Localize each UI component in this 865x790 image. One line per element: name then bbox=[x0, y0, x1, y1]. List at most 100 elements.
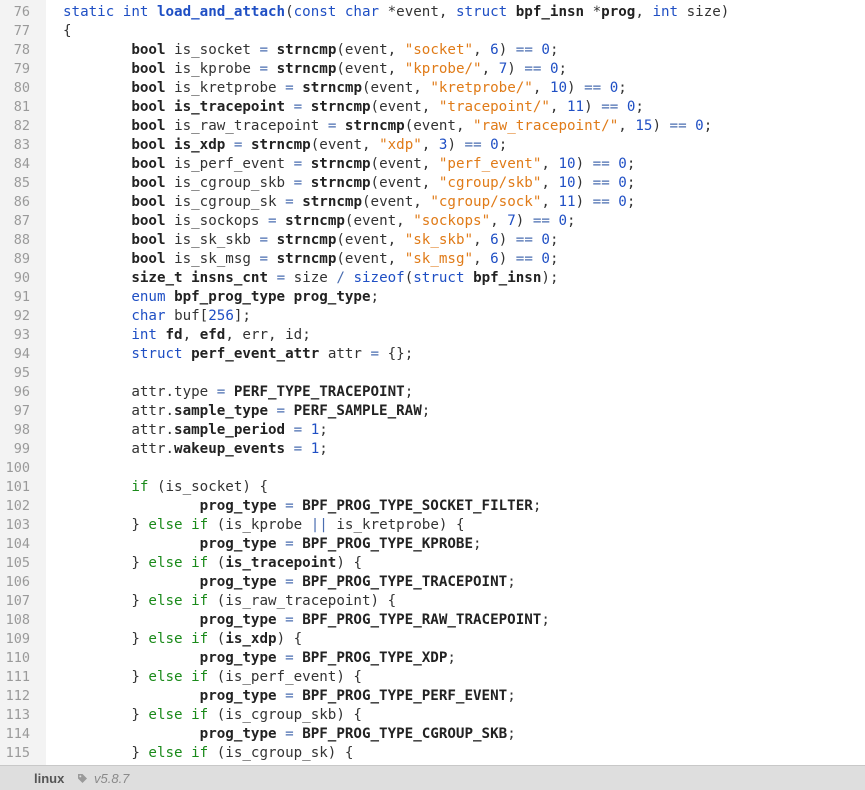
code-token: struct bbox=[131, 346, 192, 362]
line-number: 103 bbox=[5, 517, 30, 533]
line-number: 87 bbox=[13, 213, 30, 229]
line-number: 97 bbox=[13, 403, 30, 419]
code-text: bool is_raw_tracepoint = strncmp(event, … bbox=[63, 117, 712, 136]
code-token: strncmp bbox=[310, 156, 371, 172]
code-token: "tracepoint/" bbox=[438, 99, 550, 115]
code-token: / bbox=[336, 270, 354, 286]
code-token: 0 bbox=[549, 61, 559, 77]
code-token: = bbox=[285, 612, 303, 628]
code-token: (event, bbox=[310, 137, 380, 153]
code-token: ; bbox=[541, 612, 550, 628]
code-token: 0 bbox=[618, 194, 627, 210]
code-token: 10 bbox=[558, 156, 576, 172]
code-token: = bbox=[285, 194, 303, 210]
code-text: char buf[256]; bbox=[63, 307, 251, 326]
code-line: 86 bool is_cgroup_sk = strncmp(event, "c… bbox=[0, 193, 865, 212]
code-token: ; bbox=[319, 441, 328, 457]
code-text: attr.wakeup_events = 1; bbox=[63, 440, 328, 459]
code-text: } else if (is_tracepoint) { bbox=[63, 554, 362, 573]
code-token: = bbox=[285, 726, 303, 742]
code-token: ) bbox=[575, 194, 593, 210]
code-text: bool is_sockops = strncmp(event, "sockop… bbox=[63, 212, 575, 231]
code-text: attr.sample_period = 1; bbox=[63, 421, 328, 440]
code-token: (event, bbox=[370, 99, 439, 115]
code-token: is_sk_skb bbox=[174, 232, 260, 248]
repo-name[interactable]: linux bbox=[34, 771, 64, 786]
version-tag[interactable]: v5.8.7 bbox=[94, 771, 129, 786]
code-token: ; bbox=[498, 137, 508, 153]
code-token: ) bbox=[498, 232, 516, 248]
code-token: } bbox=[63, 593, 149, 609]
code-token: = bbox=[293, 99, 311, 115]
code-line: 98 attr.sample_period = 1; bbox=[0, 421, 865, 440]
code-token: (is_socket) { bbox=[156, 479, 269, 495]
code-token: 11 bbox=[567, 99, 585, 115]
code-token: is_socket bbox=[174, 42, 260, 58]
code-token: 10 bbox=[549, 80, 568, 96]
code-token: || bbox=[310, 517, 337, 533]
code-token: ); bbox=[541, 270, 559, 286]
code-token: ; bbox=[635, 99, 644, 115]
code-token: ; bbox=[618, 80, 627, 96]
line-number: 85 bbox=[13, 175, 30, 191]
code-token: ; bbox=[507, 574, 516, 590]
code-text: bool is_kprobe = strncmp(event, "kprobe/… bbox=[63, 60, 567, 79]
code-token: else if bbox=[148, 669, 217, 685]
code-token: is_cgroup_skb bbox=[174, 175, 294, 191]
code-token: = bbox=[285, 650, 303, 666]
code-text: if (is_socket) { bbox=[63, 478, 268, 497]
line-number: 98 bbox=[13, 422, 30, 438]
code-text: } else if (is_cgroup_skb) { bbox=[63, 706, 362, 725]
line-number: 89 bbox=[13, 251, 30, 267]
code-token: = bbox=[285, 498, 303, 514]
code-token: "sk_msg" bbox=[404, 251, 474, 267]
line-number: 81 bbox=[13, 99, 30, 115]
code-line: 83 bool is_xdp = strncmp(event, "xdp", 3… bbox=[0, 136, 865, 155]
line-number: 100 bbox=[5, 460, 30, 476]
code-token: fd bbox=[165, 327, 183, 343]
line-number: 94 bbox=[13, 346, 30, 362]
code-text: bool is_xdp = strncmp(event, "xdp", 3) =… bbox=[63, 136, 507, 155]
code-token: } bbox=[63, 555, 149, 571]
code-token: * bbox=[592, 4, 602, 20]
code-text: int fd, efd, err, id; bbox=[63, 326, 310, 345]
code-token: ; bbox=[319, 422, 328, 438]
code-token: bpf_insn bbox=[473, 270, 542, 286]
code-token: "cgroup/skb" bbox=[438, 175, 542, 191]
code-token: BPF_PROG_TYPE_KPROBE bbox=[302, 536, 474, 552]
code-text: prog_type = BPF_PROG_TYPE_KPROBE; bbox=[63, 535, 482, 554]
code-line: 107 } else if (is_raw_tracepoint) { bbox=[0, 592, 865, 611]
code-line: 104 prog_type = BPF_PROG_TYPE_KPROBE; bbox=[0, 535, 865, 554]
code-token: 0 bbox=[541, 42, 550, 58]
code-token: 0 bbox=[490, 137, 499, 153]
code-line: 81 bool is_tracepoint = strncmp(event, "… bbox=[0, 98, 865, 117]
code-token: ) bbox=[498, 42, 516, 58]
code-token: BPF_PROG_TYPE_CGROUP_SKB bbox=[302, 726, 508, 742]
code-token: = bbox=[293, 175, 311, 191]
code-token: bool bbox=[131, 156, 175, 172]
code-token: 11 bbox=[558, 194, 576, 210]
code-token: , bbox=[473, 251, 491, 267]
code-token: wakeup_events bbox=[174, 441, 294, 457]
code-token: else if bbox=[148, 707, 217, 723]
code-text: static int load_and_attach(const char *e… bbox=[63, 3, 729, 22]
code-token: ; bbox=[532, 498, 542, 514]
code-token: else if bbox=[148, 593, 217, 609]
code-token: strncmp bbox=[302, 80, 362, 96]
code-token: {}; bbox=[387, 346, 414, 362]
code-token: == bbox=[524, 61, 550, 77]
code-line: 88 bool is_sk_skb = strncmp(event, "sk_s… bbox=[0, 231, 865, 250]
code-token: ) { bbox=[276, 631, 303, 647]
code-token: else if bbox=[148, 555, 217, 571]
code-token: 6 bbox=[490, 232, 499, 248]
code-line: 80 bool is_kretprobe = strncmp(event, "k… bbox=[0, 79, 865, 98]
code-token: ; bbox=[626, 194, 636, 210]
line-number: 93 bbox=[13, 327, 30, 343]
